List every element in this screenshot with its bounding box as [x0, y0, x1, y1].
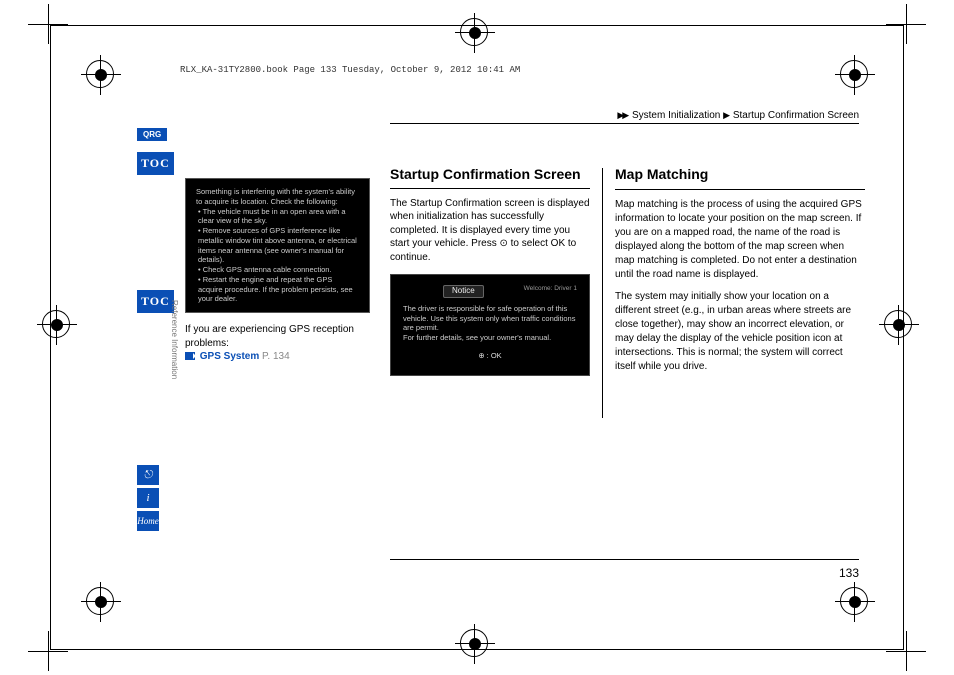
notice-ok: ⊕ : OK: [403, 351, 577, 361]
map-matching-p1: Map matching is the process of using the…: [615, 198, 865, 282]
notice-driver: Welcome: Driver 1: [524, 285, 577, 297]
gps-error-screenshot: Something is interfering with the system…: [185, 178, 370, 313]
page-number: 133: [839, 566, 859, 580]
print-header: RLX_KA-31TY2800.book Page 133 Tuesday, O…: [180, 65, 520, 75]
info-icon[interactable]: i: [137, 488, 159, 508]
screenshot-bullet: Remove sources of GPS interference like …: [198, 226, 359, 265]
link-page: P. 134: [262, 351, 290, 362]
notice-body: The driver is responsible for safe opera…: [403, 304, 577, 343]
screenshot-bullet: The vehicle must be in an open area with…: [198, 207, 359, 227]
breadcrumb-arrow-icon: ▶▶: [617, 110, 627, 120]
crop-mark: [28, 631, 68, 671]
heading-map-matching: Map Matching: [615, 165, 865, 185]
rule: [390, 188, 590, 189]
registration-mark: [460, 18, 488, 46]
side-icon-bar: ⎋ i Home: [137, 465, 159, 531]
crop-mark: [886, 4, 926, 44]
registration-mark: [840, 587, 868, 615]
screenshot-text: Something is interfering with the system…: [196, 187, 359, 207]
body-text: The Startup Confirmation screen is displ…: [390, 198, 590, 263]
column-divider: [602, 168, 603, 418]
registration-mark: [86, 587, 114, 615]
screenshot-bullet: Restart the engine and repeat the GPS ac…: [198, 275, 359, 304]
map-matching-p2: The system may initially show your locat…: [615, 290, 865, 374]
startup-body: The Startup Confirmation screen is displ…: [390, 197, 590, 265]
toc-badge[interactable]: TOC: [137, 152, 174, 175]
registration-mark: [86, 60, 114, 88]
left-column: Something is interfering with the system…: [185, 178, 370, 364]
screenshot-bullet: Check GPS antenna cable connection.: [198, 265, 359, 275]
gps-system-link[interactable]: GPS System P. 134: [185, 350, 370, 364]
middle-column: Startup Confirmation Screen The Startup …: [390, 165, 590, 376]
rule: [615, 189, 865, 190]
registration-mark: [42, 310, 70, 338]
voice-icon[interactable]: ⎋: [137, 465, 159, 485]
toc-badge[interactable]: TOC: [137, 290, 174, 313]
link-arrow-icon: [185, 352, 195, 360]
home-icon[interactable]: Home: [137, 511, 159, 531]
breadcrumb-part: System Initialization: [632, 110, 720, 121]
crop-mark: [28, 4, 68, 44]
registration-mark: [460, 629, 488, 657]
heading-startup: Startup Confirmation Screen: [390, 165, 590, 184]
registration-mark: [884, 310, 912, 338]
breadcrumb-part: Startup Confirmation Screen: [733, 110, 859, 121]
rule: [390, 559, 859, 560]
link-text: GPS System: [200, 351, 259, 362]
rule: [390, 123, 859, 124]
crop-mark: [886, 631, 926, 671]
qrg-badge[interactable]: QRG: [137, 128, 167, 141]
notice-title: Notice: [443, 285, 484, 297]
notice-screenshot: Notice Welcome: Driver 1 The driver is r…: [390, 274, 590, 375]
breadcrumb-arrow-icon: ▶: [723, 110, 728, 120]
gps-note: If you are experiencing GPS reception pr…: [185, 323, 370, 350]
breadcrumb: ▶▶ System Initialization ▶ Startup Confi…: [617, 110, 859, 121]
right-column: Map Matching Map matching is the process…: [615, 165, 865, 382]
section-side-label: Reference Information: [170, 300, 179, 379]
registration-mark: [840, 60, 868, 88]
